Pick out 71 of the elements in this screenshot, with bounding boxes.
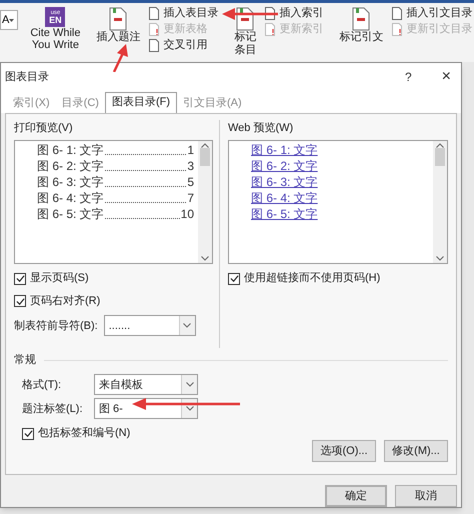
preview-entry: 图 6- 5: 文字 10 <box>37 206 194 222</box>
dialog-button[interactable]: 取消 <box>395 485 457 507</box>
ribbon-button[interactable]: 交叉引用 <box>148 39 218 52</box>
checkmark-icon <box>230 274 238 283</box>
checkbox-label: 包括标签和编号(N) <box>38 426 130 442</box>
preview-link[interactable]: 图 6- 3: 文字 <box>251 174 318 190</box>
document-icon <box>391 23 404 36</box>
ribbon-button[interactable]: 插入题注 <box>92 7 144 44</box>
document-icon <box>148 39 160 52</box>
scrollbar[interactable] <box>433 141 447 264</box>
scrollbar[interactable] <box>198 141 212 264</box>
preview-link[interactable]: 图 6- 4: 文字 <box>251 190 318 206</box>
preview-entry: 图 6- 3: 文字 5 <box>37 174 194 190</box>
ribbon-button[interactable]: 标记 条目 <box>230 7 260 57</box>
panel-button[interactable]: 修改(M)... <box>384 440 448 462</box>
document-icon <box>391 7 404 20</box>
ribbon-button[interactable]: 标记引文 <box>335 7 388 44</box>
preview-link[interactable]: 图 6- 5: 文字 <box>251 206 318 222</box>
field-label: 制表符前导符(B): <box>14 318 98 334</box>
close-button[interactable]: × <box>442 64 451 89</box>
scroll-thumb[interactable] <box>435 148 445 166</box>
field-label: 格式(T): <box>22 378 62 392</box>
checkmark-icon <box>16 296 24 306</box>
section-label: Web 预览(W) <box>228 120 294 136</box>
field-label: 题注标签(L): <box>22 402 84 416</box>
scroll-down-icon <box>436 256 444 262</box>
checkbox-label: 页码右对齐(R) <box>30 294 100 309</box>
scroll-up-icon <box>436 143 444 148</box>
section-label: 打印预览(V) <box>14 120 74 136</box>
checkbox-label: 使用超链接而不使用页码(H) <box>244 270 380 286</box>
preview-entry: 图 6- 2: 文字 3 <box>37 158 194 174</box>
ribbon-button[interactable]: 插入索引 <box>264 7 324 20</box>
chevron-down-icon <box>186 382 194 388</box>
preview-link[interactable]: 图 6- 1: 文字 <box>251 142 318 158</box>
panel-button[interactable]: 选项(O)... <box>312 440 376 462</box>
chevron-down-icon <box>183 323 192 328</box>
group-title: 常规 <box>14 352 36 368</box>
preview-entry: 图 6- 4: 文字 7 <box>37 190 194 206</box>
document-icon <box>352 7 370 31</box>
window-title: 图表目录 <box>5 70 49 85</box>
document-icon <box>148 23 160 36</box>
dropdown-field[interactable]: 来自模板 <box>94 374 198 396</box>
help-button[interactable]: ? <box>404 68 412 86</box>
scroll-up-icon <box>201 143 209 148</box>
checkbox[interactable] <box>14 272 26 284</box>
tab[interactable]: 引文目录(A) <box>177 94 248 113</box>
tab[interactable]: 索引(X) <box>7 94 56 113</box>
tab[interactable]: 图表目录(F) <box>104 92 177 113</box>
checkbox[interactable] <box>228 272 240 284</box>
chevron-down-icon <box>186 406 194 412</box>
preview-entry: 图 6- 1: 文字 1 <box>37 142 194 158</box>
caret-icon <box>9 18 14 22</box>
dialog-button[interactable]: 确定 <box>325 485 387 507</box>
checkbox[interactable] <box>14 295 26 307</box>
ribbon-button[interactable]: 插入引文目录 <box>391 7 472 20</box>
document-icon <box>109 7 128 31</box>
tab[interactable]: 目录(C) <box>56 94 105 113</box>
checkmark-icon <box>16 274 24 283</box>
preview-link[interactable]: 图 6- 2: 文字 <box>251 158 318 174</box>
ribbon-button[interactable]: 插入表目录 <box>148 7 218 20</box>
scroll-thumb[interactable] <box>200 148 210 166</box>
dropdown-field[interactable]: ....... <box>104 315 196 336</box>
annotation-arrow <box>222 8 278 20</box>
checkmark-icon <box>24 429 32 438</box>
document-icon <box>148 7 160 20</box>
scroll-down-icon <box>201 256 209 262</box>
document-icon <box>264 23 276 36</box>
checkbox-label: 显示页码(S) <box>30 271 89 286</box>
annotation-arrow <box>112 44 130 72</box>
checkbox[interactable] <box>22 428 34 440</box>
font-dropdown[interactable]: A <box>0 10 18 30</box>
